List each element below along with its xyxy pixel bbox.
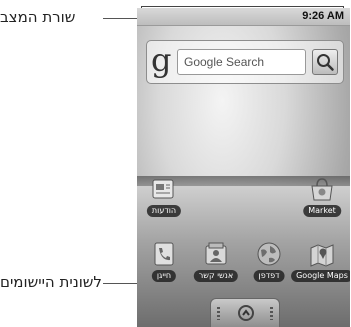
launcher-tab-callout: לשונית היישומים: [0, 273, 102, 291]
status-bar-callout: שורת המצב: [0, 8, 76, 26]
app-label: דפדפן: [253, 270, 285, 282]
status-bar-leader-line: [103, 18, 141, 19]
launcher-tab-leader-line: [103, 283, 137, 284]
phone-screen: 9:26 AM g Google Search הודעות Market חי…: [137, 8, 350, 327]
app-google-maps[interactable]: Google Maps: [291, 240, 350, 292]
browser-globe-icon: [257, 242, 281, 266]
dialer-icon: [154, 242, 174, 266]
status-bar[interactable]: 9:26 AM: [137, 8, 350, 26]
launcher-tab[interactable]: [210, 298, 280, 327]
search-icon: [317, 54, 334, 71]
app-messaging[interactable]: הודעות: [137, 175, 192, 227]
tab-grip-right: [270, 307, 273, 320]
google-search-widget[interactable]: g Google Search: [146, 40, 344, 84]
app-contacts[interactable]: אנשי קשר: [188, 240, 244, 292]
app-market[interactable]: Market: [294, 175, 350, 227]
app-label: אנשי קשר: [193, 270, 239, 282]
maps-icon: [310, 244, 334, 267]
app-dialer[interactable]: חייגן: [137, 240, 192, 292]
app-browser[interactable]: דפדפן: [241, 240, 297, 292]
app-label: הודעות: [146, 205, 182, 217]
messaging-icon: [152, 179, 174, 199]
status-bar-bracket: [141, 6, 344, 7]
contacts-icon: [205, 242, 227, 265]
google-logo-icon: g: [151, 41, 172, 79]
status-time: 9:26 AM: [302, 10, 344, 22]
chevron-up-icon: [238, 305, 254, 321]
app-label: Market: [303, 205, 341, 217]
search-input[interactable]: Google Search: [177, 49, 306, 75]
tab-grip-left: [217, 307, 220, 320]
market-bag-icon: [311, 178, 333, 201]
app-label: Google Maps: [291, 270, 350, 282]
app-label: חייגן: [151, 270, 177, 282]
search-button[interactable]: [312, 49, 338, 75]
